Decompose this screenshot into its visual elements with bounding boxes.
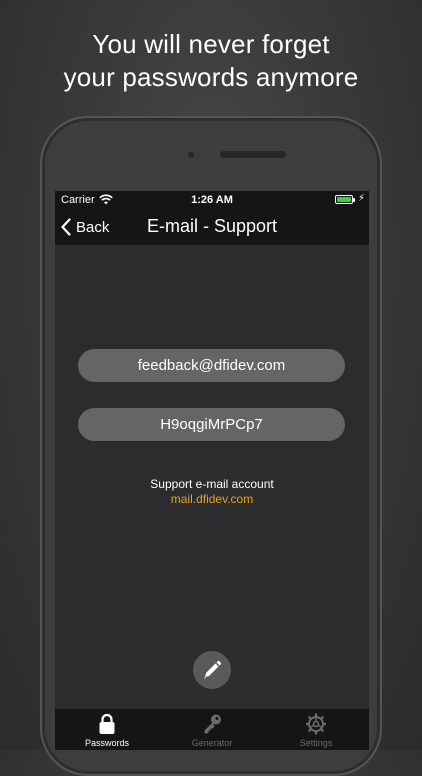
speaker-grille — [220, 151, 286, 158]
app-screen: Carrier 1:26 AM ⚡ Back E-mail - Support … — [55, 191, 369, 750]
tab-label-passwords: Passwords — [84, 738, 129, 748]
status-time: 1:26 AM — [191, 194, 233, 206]
gear-icon — [306, 713, 326, 735]
key-icon — [204, 714, 221, 734]
pencil-icon — [204, 660, 222, 679]
tab-generator[interactable]: Generator — [160, 709, 264, 750]
charging-bolt-icon: ⚡ — [358, 193, 366, 204]
tab-bar: Passwords Generator Settings — [55, 709, 369, 750]
headline-line-1: You will never forget — [92, 29, 330, 59]
navigation-bar: Back E-mail - Support — [55, 209, 369, 245]
headline: You will never forget your passwords any… — [0, 28, 422, 94]
email-field[interactable]: feedback@dfidev.com — [78, 349, 345, 382]
account-link[interactable]: mail.dfidev.com — [55, 492, 369, 506]
tab-passwords[interactable]: Passwords — [55, 709, 159, 750]
battery-nub — [353, 198, 355, 202]
tab-settings[interactable]: Settings — [264, 709, 368, 750]
lock-icon — [99, 713, 115, 734]
battery-icon — [335, 195, 353, 204]
account-description: Support e-mail account — [150, 477, 274, 491]
camera-dot — [188, 152, 194, 158]
page-title: E-mail - Support — [146, 216, 278, 236]
tab-label-generator: Generator — [191, 738, 233, 748]
tab-label-settings: Settings — [299, 738, 333, 748]
edit-button[interactable] — [193, 651, 231, 689]
status-bar: Carrier 1:26 AM ⚡ — [55, 191, 369, 209]
headline-line-2: your passwords anymore — [63, 62, 359, 92]
password-field[interactable]: H9oqgiMrPCp7 — [78, 408, 345, 441]
